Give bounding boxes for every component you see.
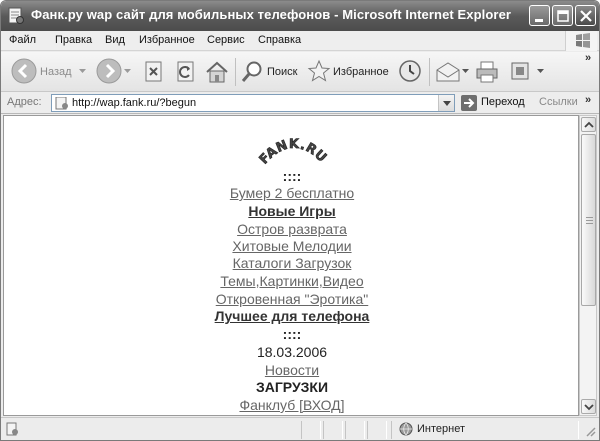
link-themes-pictures-video[interactable]: Темы,Картинки,Видео <box>4 273 578 289</box>
link-news[interactable]: Новости <box>4 362 578 378</box>
address-label: Адрес: <box>7 96 42 108</box>
link-island[interactable]: Остров разврата <box>4 221 578 237</box>
page-status-icon <box>6 422 18 436</box>
vertical-scrollbar[interactable] <box>579 115 597 416</box>
maximize-icon <box>557 10 569 22</box>
chevron-down-icon <box>584 404 594 411</box>
windows-flag-logo <box>565 31 597 51</box>
link-hit-melodies[interactable]: Хитовые Мелодии <box>4 238 578 254</box>
address-url: http://wap.fank.ru/?begun <box>72 97 197 109</box>
link-fanclub[interactable]: Фанклуб [ВХОД] <box>4 397 578 413</box>
status-cell <box>367 421 387 439</box>
maximize-button[interactable] <box>552 5 573 26</box>
status-bar: Интернет <box>1 417 599 440</box>
history-clock-icon <box>399 60 421 82</box>
star-icon <box>307 59 331 82</box>
ie-page-icon <box>8 7 24 24</box>
link-new-games[interactable]: Новые Игры <box>4 203 578 219</box>
status-cell <box>345 421 365 439</box>
status-zone-label: Интернет <box>417 423 465 435</box>
back-button[interactable]: Назад <box>7 52 77 90</box>
minimize-icon <box>535 19 543 22</box>
chevron-down-icon <box>537 69 544 73</box>
menu-favorites[interactable]: Избранное <box>139 34 195 46</box>
home-button[interactable] <box>203 52 231 90</box>
back-label: Назад <box>40 66 72 78</box>
forward-button[interactable] <box>93 52 131 90</box>
chevron-down-icon <box>443 101 451 106</box>
menu-help[interactable]: Справка <box>258 34 301 46</box>
back-dropdown[interactable] <box>77 52 91 90</box>
address-bar: Адрес: http://wap.fank.ru/?begun Переход… <box>1 92 599 114</box>
links-overflow-chevron[interactable]: » <box>585 94 591 106</box>
search-button[interactable]: Поиск <box>239 52 301 90</box>
svg-text:FANK.RU: FANK.RU <box>257 137 330 168</box>
downloads-heading: ЗАГРУЗКИ <box>255 379 329 395</box>
link-download-catalogs[interactable]: Каталоги Загрузок <box>4 255 578 271</box>
minimize-button[interactable] <box>529 5 550 26</box>
link-best-for-phone[interactable]: Лучшее для телефона <box>4 308 578 324</box>
menu-tools[interactable]: Сервис <box>207 34 245 46</box>
history-button[interactable] <box>395 52 425 90</box>
chevron-down-icon <box>124 69 131 73</box>
stop-icon <box>145 61 162 82</box>
go-arrow-icon <box>461 95 477 111</box>
separator-mid: :::: <box>282 326 302 342</box>
address-input[interactable]: http://wap.fank.ru/?begun <box>51 94 455 112</box>
link-bumer[interactable]: Бумер 2 бесплатно <box>4 185 578 201</box>
internet-globe-icon <box>399 422 413 436</box>
mail-envelope-icon <box>436 62 460 82</box>
print-button[interactable] <box>473 52 501 90</box>
link-erotica[interactable]: Откровенная "Эротика" <box>4 291 578 307</box>
menu-edit[interactable]: Правка <box>55 34 92 46</box>
scroll-up-button[interactable] <box>581 117 596 132</box>
favorites-label: Избранное <box>333 66 389 78</box>
links-label[interactable]: Ссылки <box>539 96 578 108</box>
back-arrow-icon <box>11 58 37 84</box>
chevron-up-icon <box>584 121 594 128</box>
go-label: Переход <box>481 96 525 108</box>
search-icon <box>241 61 262 82</box>
refresh-button[interactable] <box>173 52 199 90</box>
scroll-down-button[interactable] <box>581 399 596 414</box>
status-cell <box>323 421 343 439</box>
close-icon <box>580 10 592 22</box>
printer-icon <box>476 61 498 83</box>
chevron-down-icon <box>79 69 86 73</box>
title-bar[interactable]: Фанк.ру wap сайт для мобильных телефонов… <box>1 1 599 31</box>
windows-logo-icon <box>576 33 590 48</box>
toolbar-separator <box>429 58 430 86</box>
forward-arrow-icon <box>96 58 122 84</box>
toolbar-separator <box>235 58 236 86</box>
status-cell <box>301 421 321 439</box>
close-button[interactable] <box>575 5 596 26</box>
fank-logo: FANK.RU <box>256 137 330 168</box>
standard-toolbar: Назад Поиск Избранное <box>1 52 599 92</box>
address-dropdown[interactable] <box>438 95 454 111</box>
go-button[interactable]: Переход <box>459 94 531 112</box>
refresh-icon <box>177 61 194 82</box>
page-date: 18.03.2006 <box>256 344 328 360</box>
search-label: Поиск <box>267 66 298 78</box>
edit-button[interactable] <box>507 52 547 90</box>
separator-top: :::: <box>282 168 302 184</box>
edit-page-icon <box>511 62 529 80</box>
menu-view[interactable]: Вид <box>105 34 125 46</box>
scroll-thumb[interactable] <box>581 134 596 306</box>
page-icon <box>55 97 68 110</box>
menu-bar: Файл Правка Вид Избранное Сервис Справка <box>1 31 599 51</box>
favorites-button[interactable]: Избранное <box>305 52 391 90</box>
home-icon <box>206 61 228 83</box>
stop-button[interactable] <box>141 52 167 90</box>
browser-window: Фанк.ру wap сайт для мобильных телефонов… <box>0 0 600 441</box>
chevron-down-icon <box>462 69 469 73</box>
mail-button[interactable] <box>433 52 471 90</box>
window-title: Фанк.ру wap сайт для мобильных телефонов… <box>31 7 512 22</box>
resize-grip-icon[interactable] <box>583 424 597 438</box>
menu-file[interactable]: Файл <box>9 34 36 46</box>
toolbar-overflow-chevron[interactable]: » <box>585 52 591 64</box>
page-viewport: FANK.RU :::: Бумер 2 бесплатно Новые Игр… <box>3 115 579 416</box>
